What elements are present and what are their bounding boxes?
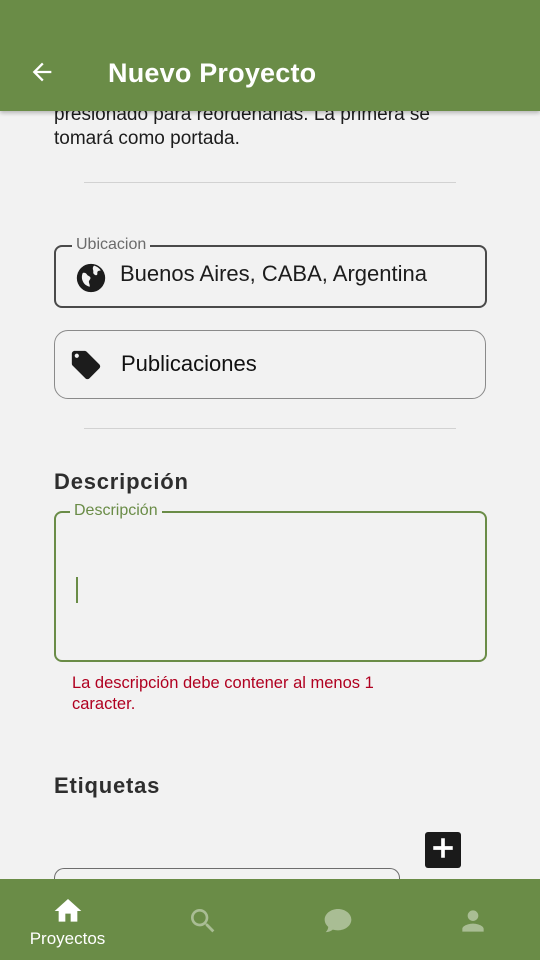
back-button[interactable] [22, 56, 62, 92]
app-bar: Nuevo Proyecto [0, 0, 540, 111]
description-section-title: Descripción [54, 469, 189, 494]
divider [84, 428, 456, 429]
page-title: Nuevo Proyecto [108, 58, 317, 88]
person-icon [456, 905, 490, 937]
location-field[interactable]: Ubicacion Buenos Aires, CABA, Argentina [54, 236, 487, 308]
tag-icon [69, 348, 103, 382]
add-tag-button[interactable] [425, 832, 461, 868]
publications-button[interactable]: Publicaciones [54, 330, 486, 399]
globe-icon [74, 261, 108, 295]
description-field[interactable]: Descripción [54, 502, 487, 662]
nav-item-search[interactable] [135, 879, 270, 960]
app-root: presionado para reordenarlas. La primera… [0, 0, 540, 960]
description-field-label: Descripción [70, 502, 162, 520]
description-input[interactable] [70, 533, 470, 643]
plus-icon [430, 835, 456, 866]
nav-item-profile[interactable] [405, 879, 540, 960]
publications-label: Publicaciones [121, 351, 257, 376]
search-icon [186, 905, 220, 937]
text-cursor [76, 577, 78, 603]
tags-section-title: Etiquetas [54, 773, 161, 798]
location-field-label: Ubicacion [72, 236, 151, 254]
nav-item-label: Proyectos [29, 929, 106, 948]
chat-icon [321, 905, 355, 937]
description-error-text: La descripción debe contener al menos 1 … [72, 674, 374, 713]
divider [84, 182, 456, 183]
arrow-back-icon [28, 58, 56, 91]
nav-item-projects[interactable]: Proyectos [0, 879, 135, 960]
home-icon [51, 895, 85, 927]
scroll-content[interactable]: presionado para reordenarlas. La primera… [0, 0, 540, 908]
location-value: Buenos Aires, CABA, Argentina [120, 261, 427, 286]
nav-item-messages[interactable] [270, 879, 405, 960]
bottom-navigation: Proyectos [0, 879, 540, 960]
